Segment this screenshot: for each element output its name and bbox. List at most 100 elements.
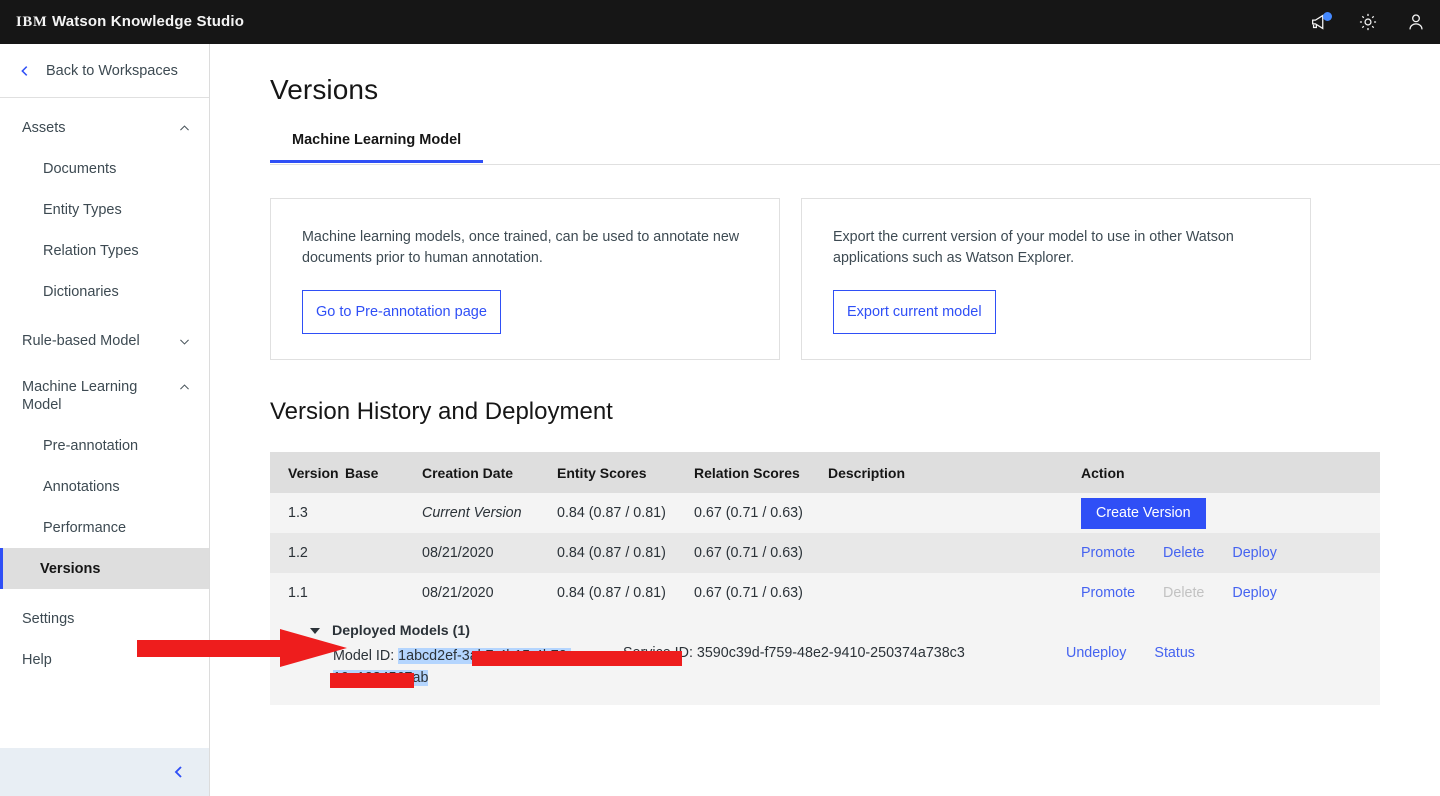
chevron-up-icon	[178, 367, 191, 394]
sidebar-group-machine-learning-model[interactable]: Machine Learning Model	[0, 367, 209, 425]
cell-action: Promote Delete Deploy	[1081, 545, 1380, 561]
table-row: 1.3 Current Version 0.84 (0.87 / 0.81) 0…	[270, 493, 1380, 533]
sidebar-item-label: Annotations	[43, 478, 120, 495]
button-label: Go to Pre-annotation page	[316, 304, 487, 320]
sidebar-item-entity-types[interactable]: Entity Types	[0, 189, 209, 230]
column-header-entity-scores: Entity Scores	[557, 464, 647, 481]
delete-link[interactable]: Delete	[1163, 545, 1204, 561]
sidebar-group-assets[interactable]: Assets	[0, 108, 209, 148]
button-label: Export current model	[847, 304, 982, 320]
sidebar-item-label: Help	[22, 651, 52, 668]
tab-label: Machine Learning Model	[292, 132, 462, 148]
sidebar-item-label: Entity Types	[43, 201, 122, 218]
product-name: Watson Knowledge Studio	[51, 13, 245, 30]
sidebar-item-label: Dictionaries	[43, 283, 119, 300]
chevron-down-icon	[178, 321, 191, 348]
export-model-card: Export the current version of your model…	[801, 198, 1311, 360]
column-header-relation-scores: Relation Scores	[694, 464, 800, 481]
sidebar-item-pre-annotation[interactable]: Pre-annotation	[0, 425, 209, 466]
main-content: Versions Machine Learning Model Machine …	[210, 44, 1440, 796]
cell-relation-scores: 0.67 (0.71 / 0.63)	[694, 505, 803, 521]
user-avatar-icon[interactable]	[1392, 0, 1440, 44]
cell-entity-scores: 0.84 (0.87 / 0.81)	[557, 505, 666, 521]
chevron-left-icon	[171, 764, 187, 780]
section-title-version-history: Version History and Deployment	[270, 398, 613, 425]
promote-link[interactable]: Promote	[1081, 585, 1135, 601]
sidebar-item-dictionaries[interactable]: Dictionaries	[0, 271, 209, 312]
column-header-version: Version	[288, 464, 339, 481]
sidebar: Back to Workspaces Assets Documents Enti…	[0, 44, 210, 796]
chevron-up-icon	[178, 108, 191, 135]
annotation-arrow-icon	[137, 629, 347, 667]
sidebar-group-rule-based-model-label: Rule-based Model	[22, 333, 140, 349]
sidebar-item-relation-types[interactable]: Relation Types	[0, 230, 209, 271]
deploy-link[interactable]: Deploy	[1232, 585, 1277, 601]
deployed-model-row: Model ID: 1abcd2ef-3ab7-4b15-4b72-19a123…	[270, 645, 1380, 689]
create-version-button[interactable]: Create Version	[1081, 497, 1206, 529]
app-brand[interactable]: IBM Watson Knowledge Studio	[16, 13, 244, 31]
cell-entity-scores: 0.84 (0.87 / 0.81)	[557, 545, 666, 561]
cell-version: 1.2	[288, 545, 308, 561]
cell-relation-scores: 0.67 (0.71 / 0.63)	[694, 545, 803, 561]
deployed-models-toggle[interactable]: Deployed Models (1)	[270, 613, 1380, 645]
cell-relation-scores: 0.67 (0.71 / 0.63)	[694, 585, 803, 601]
deployed-models-section: Deployed Models (1) Model ID: 1abcd2ef-3…	[270, 613, 1380, 705]
info-cards: Machine learning models, once trained, c…	[270, 198, 1440, 360]
sidebar-item-label: Versions	[40, 560, 101, 577]
sidebar-item-documents[interactable]: Documents	[0, 148, 209, 189]
sidebar-item-annotations[interactable]: Annotations	[0, 466, 209, 507]
cell-version: 1.3	[288, 505, 308, 521]
cell-creation-date: 08/21/2020	[422, 585, 494, 601]
gear-icon[interactable]	[1344, 0, 1392, 44]
promote-link[interactable]: Promote	[1081, 545, 1135, 561]
table-row: 1.1 08/21/2020 0.84 (0.87 / 0.81) 0.67 (…	[270, 573, 1380, 613]
notification-dot	[1323, 12, 1332, 21]
chevron-left-icon	[18, 64, 32, 78]
cell-version: 1.1	[288, 585, 308, 601]
sidebar-collapse-button[interactable]	[0, 748, 209, 796]
sidebar-item-label: Pre-annotation	[43, 437, 139, 454]
redaction-bar	[472, 651, 683, 666]
sidebar-item-label: Performance	[43, 519, 127, 536]
column-header-base: Base	[345, 464, 379, 481]
cell-action: Create Version	[1081, 497, 1380, 529]
column-header-action: Action	[1081, 464, 1125, 481]
undeploy-link[interactable]: Undeploy	[1066, 645, 1126, 661]
sidebar-group-machine-learning-model-label: Machine Learning Model	[22, 379, 138, 413]
status-link[interactable]: Status	[1154, 645, 1195, 661]
announcement-icon[interactable]	[1296, 0, 1344, 44]
sidebar-item-label: Documents	[43, 160, 117, 177]
version-history-table: Version Base Creation Date Entity Scores…	[270, 452, 1380, 705]
tab-machine-learning-model[interactable]: Machine Learning Model	[270, 128, 484, 163]
pre-annotation-card-text: Machine learning models, once trained, c…	[302, 229, 740, 266]
back-to-workspaces-label: Back to Workspaces	[46, 62, 178, 79]
deployed-model-actions: Undeploy Status	[1066, 645, 1223, 661]
sidebar-item-label: Relation Types	[43, 242, 139, 259]
sidebar-item-performance[interactable]: Performance	[0, 507, 209, 548]
export-model-card-text: Export the current version of your model…	[833, 229, 1234, 266]
delete-link-disabled: Delete	[1163, 585, 1205, 601]
cell-creation-date: 08/21/2020	[422, 545, 494, 561]
ibm-wordmark: IBM	[16, 14, 48, 30]
back-to-workspaces-button[interactable]: Back to Workspaces	[0, 44, 209, 98]
export-current-model-button[interactable]: Export current model	[833, 290, 996, 334]
model-id-field: Model ID: 1abcd2ef-3ab7-4b15-4b72-19a123…	[330, 645, 683, 689]
column-header-creation-date: Creation Date	[422, 464, 514, 481]
top-bar-actions	[1296, 0, 1440, 44]
sidebar-item-label: Settings	[22, 610, 75, 627]
cell-entity-scores: 0.84 (0.87 / 0.81)	[557, 585, 666, 601]
table-row: 1.2 08/21/2020 0.84 (0.87 / 0.81) 0.67 (…	[270, 533, 1380, 573]
sidebar-nav: Assets Documents Entity Types Relation T…	[0, 98, 209, 680]
sidebar-item-versions[interactable]: Versions	[0, 548, 209, 589]
deploy-link[interactable]: Deploy	[1232, 545, 1277, 561]
table-header-row: Version Base Creation Date Entity Scores…	[270, 452, 1380, 493]
tab-bar: Machine Learning Model	[270, 128, 1440, 165]
top-bar: IBM Watson Knowledge Studio	[0, 0, 1440, 44]
cell-action: Promote Delete Deploy	[1081, 585, 1380, 601]
column-header-description: Description	[828, 464, 906, 481]
sidebar-group-rule-based-model[interactable]: Rule-based Model	[0, 321, 209, 361]
sidebar-group-assets-label: Assets	[22, 120, 66, 136]
pre-annotation-card: Machine learning models, once trained, c…	[270, 198, 780, 360]
go-to-pre-annotation-button[interactable]: Go to Pre-annotation page	[302, 290, 501, 334]
cell-creation-date: Current Version	[422, 505, 522, 521]
